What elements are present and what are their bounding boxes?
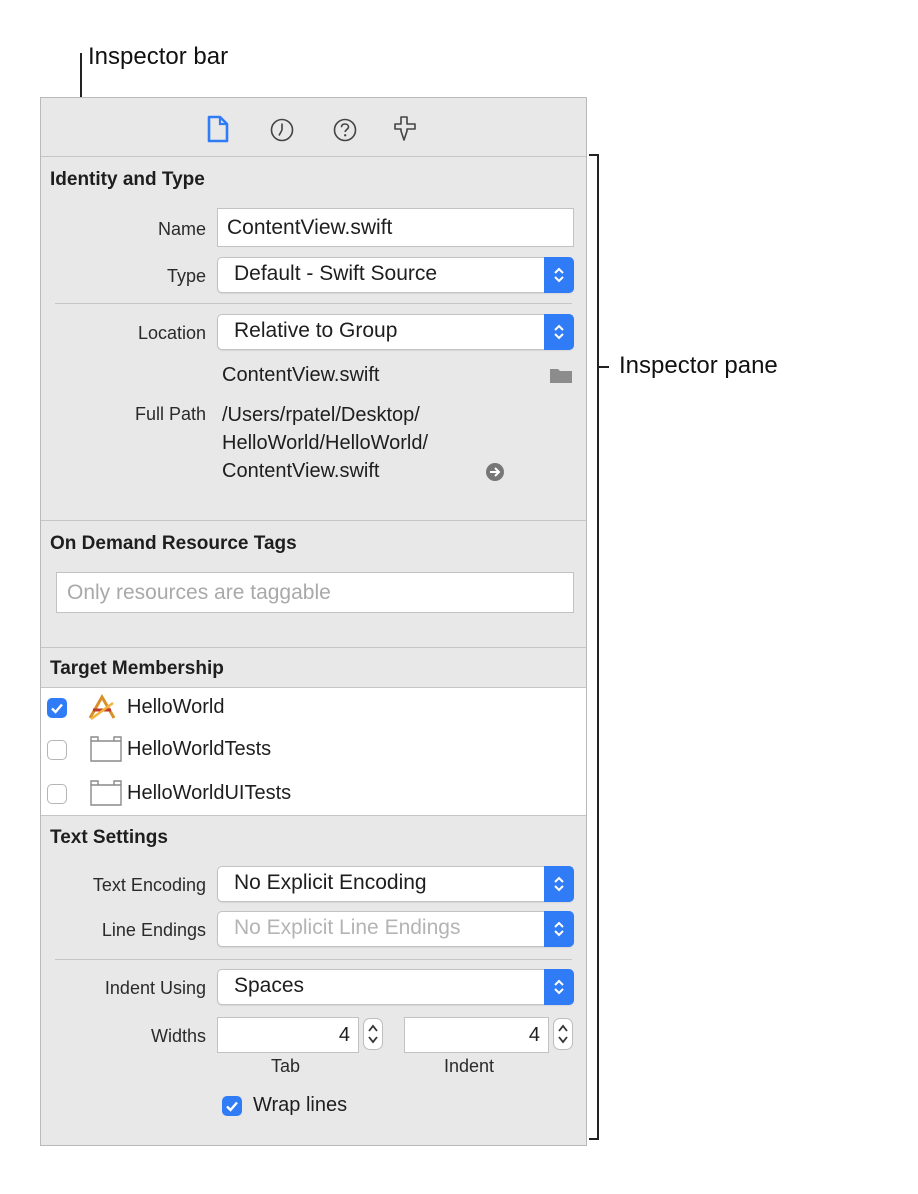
target-row[interactable]: HelloWorldUITests (41, 772, 586, 815)
tab-width-field[interactable]: 4 (217, 1017, 359, 1053)
tab-width-value: 4 (338, 1024, 350, 1046)
file-icon (207, 115, 229, 143)
checkmark-icon (51, 703, 63, 714)
divider (41, 156, 586, 157)
text-encoding-value: No Explicit Encoding (234, 871, 427, 894)
chevron-updown-icon (554, 267, 564, 283)
indent-caption: Indent (444, 1056, 495, 1076)
target-checkbox[interactable] (47, 698, 67, 718)
location-file-name: ContentView.swift (222, 364, 380, 386)
reveal-in-finder-button[interactable] (485, 462, 505, 487)
divider (55, 303, 572, 304)
clock-icon (270, 118, 294, 142)
section-title-text-settings: Text Settings (50, 827, 168, 848)
help-icon (333, 118, 357, 142)
inspector-bar-callout: Inspector bar (88, 43, 229, 70)
inspector-panel: Identity and Type Name ContentView.swift… (40, 97, 587, 1146)
resource-tags-field[interactable]: Only resources are taggable (56, 572, 574, 613)
target-checkbox[interactable] (47, 784, 67, 804)
indent-using-popup[interactable]: Spaces (217, 969, 574, 1005)
popup-chevron (544, 314, 574, 350)
full-path-value: /Users/rpatel/Desktop/ HelloWorld/HelloW… (222, 401, 428, 485)
popup-chevron (544, 969, 574, 1005)
location-popup[interactable]: Relative to Group (217, 314, 574, 350)
target-list: HelloWorld HelloWorldTests HelloWorldUIT… (41, 687, 586, 816)
stepper-arrows-icon (558, 1024, 568, 1044)
bundle-target-icon (89, 735, 123, 768)
divider (41, 647, 586, 648)
full-path-line: ContentView.swift (222, 460, 380, 482)
full-path-line: /Users/rpatel/Desktop/ (222, 404, 420, 426)
type-popup-value: Default - Swift Source (234, 262, 438, 285)
type-label: Type (166, 266, 206, 286)
indent-width-stepper[interactable] (553, 1018, 573, 1050)
choose-folder-button[interactable] (549, 366, 573, 389)
resource-tags-placeholder: Only resources are taggable (67, 581, 331, 604)
checkmark-icon (226, 1101, 238, 1112)
inspector-pane-callout-tick (599, 366, 609, 368)
section-title-ondemand: On Demand Resource Tags (50, 533, 297, 554)
app-target-icon (87, 693, 117, 727)
full-path-label: Full Path (134, 404, 206, 424)
location-popup-value: Relative to Group (234, 319, 398, 342)
target-label: HelloWorldTests (127, 738, 272, 760)
chevron-updown-icon (554, 324, 564, 340)
name-field[interactable]: ContentView.swift (217, 208, 574, 247)
line-endings-label: Line Endings (101, 920, 206, 940)
arrow-circle-icon (486, 463, 504, 481)
divider (41, 520, 586, 521)
name-field-value: ContentView.swift (227, 216, 393, 239)
quick-help-inspector-tab[interactable] (333, 118, 357, 147)
text-encoding-popup[interactable]: No Explicit Encoding (217, 866, 574, 902)
wrap-lines-label: Wrap lines (253, 1094, 348, 1116)
divider (55, 959, 572, 960)
text-encoding-label: Text Encoding (92, 875, 206, 895)
line-endings-value: No Explicit Line Endings (234, 916, 461, 939)
indent-using-label: Indent Using (104, 978, 206, 998)
inspector-pane-callout: Inspector pane (619, 352, 778, 379)
indent-using-value: Spaces (234, 974, 305, 997)
location-label: Location (137, 323, 206, 343)
popup-chevron (544, 257, 574, 293)
tab-width-stepper[interactable] (363, 1018, 383, 1050)
target-checkbox[interactable] (47, 740, 67, 760)
popup-chevron (544, 866, 574, 902)
inspector-bar (41, 98, 586, 156)
tab-caption: Tab (271, 1056, 301, 1076)
bundle-target-icon (89, 779, 123, 812)
stepper-arrows-icon (368, 1024, 378, 1044)
chevron-updown-icon (554, 921, 564, 937)
chevron-updown-icon (554, 876, 564, 892)
widths-label: Widths (150, 1026, 206, 1046)
name-label: Name (157, 219, 206, 239)
inspector-pane-bracket (589, 154, 599, 1140)
indent-width-field[interactable]: 4 (404, 1017, 549, 1053)
target-row[interactable]: HelloWorldTests (41, 729, 586, 771)
full-path-line: HelloWorld/HelloWorld/ (222, 432, 428, 454)
section-title-membership: Target Membership (50, 658, 224, 679)
file-inspector-tab[interactable] (207, 115, 229, 148)
target-label: HelloWorld (127, 696, 225, 718)
anchor-icon (394, 116, 416, 141)
folder-icon (550, 369, 572, 383)
history-inspector-tab[interactable] (270, 118, 294, 147)
target-row[interactable]: HelloWorld (41, 688, 586, 728)
wrap-lines-checkbox[interactable] (222, 1096, 242, 1116)
line-endings-popup[interactable]: No Explicit Line Endings (217, 911, 574, 947)
connections-inspector-tab[interactable] (393, 115, 417, 148)
target-label: HelloWorldUITests (127, 782, 292, 804)
indent-width-value: 4 (528, 1024, 540, 1046)
section-title-identity: Identity and Type (50, 169, 205, 190)
wrap-lines-option[interactable]: Wrap lines (217, 1094, 377, 1120)
type-popup[interactable]: Default - Swift Source (217, 257, 574, 293)
chevron-updown-icon (554, 979, 564, 995)
popup-chevron (544, 911, 574, 947)
